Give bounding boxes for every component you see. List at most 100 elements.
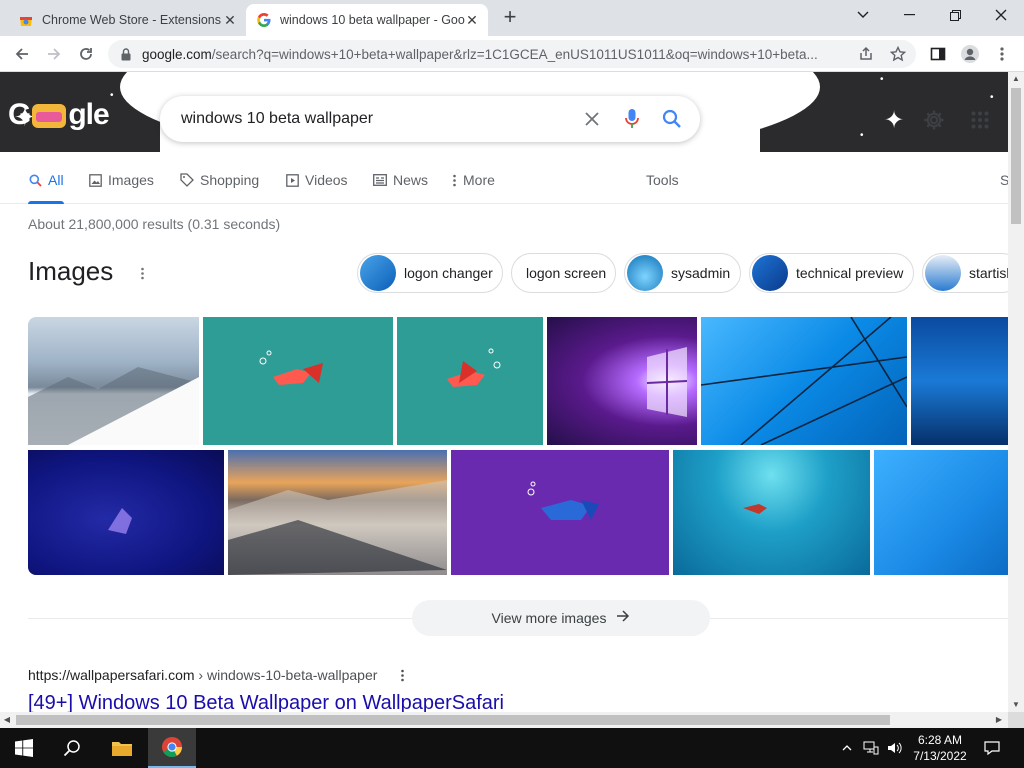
tab-chrome-web-store[interactable]: Chrome Web Store - Extensions ✕ — [8, 4, 246, 36]
file-explorer-button[interactable] — [98, 728, 146, 768]
chip-logon-changer[interactable]: logon changer — [357, 253, 503, 293]
image-result-teal-betta-fish[interactable] — [203, 317, 393, 445]
image-result-teal-betta-fish-2[interactable] — [397, 317, 543, 445]
search-icon — [63, 740, 80, 757]
tab-news[interactable]: News — [373, 164, 428, 204]
tab-videos[interactable]: Videos — [285, 164, 348, 204]
show-hidden-icons-button[interactable] — [838, 728, 856, 768]
tab-label: Videos — [305, 172, 348, 188]
horizontal-scrollbar[interactable]: ◀ ▶ — [0, 712, 1008, 728]
reload-button[interactable] — [72, 40, 100, 68]
result-more-button[interactable] — [396, 667, 408, 683]
lock-icon[interactable] — [118, 46, 134, 62]
scrollbar-corner — [1008, 712, 1024, 728]
windows-taskbar: 6:28 AM 7/13/2022 — [0, 728, 1024, 768]
image-result-snowy-mountains[interactable] — [28, 317, 199, 445]
search-tabs: All Images Shopping Videos News More Too… — [0, 164, 1008, 204]
close-tab-icon[interactable]: ✕ — [222, 12, 238, 28]
images-more-button[interactable] — [136, 263, 148, 283]
tab-label: News — [393, 172, 429, 188]
sparkle-icon: • — [110, 90, 114, 101]
system-clock[interactable]: 6:28 AM 7/13/2022 — [904, 732, 976, 764]
start-button[interactable] — [0, 728, 48, 768]
tab-search-button[interactable] — [840, 0, 886, 30]
scrollbar-thumb[interactable] — [16, 715, 890, 725]
image-result-aqua-fish[interactable] — [673, 450, 870, 575]
chip-startisback[interactable]: startisback — [922, 253, 1008, 293]
chip-label: logon screen — [526, 265, 607, 281]
vertical-scrollbar[interactable]: ▲ ▼ — [1008, 72, 1024, 712]
share-icon[interactable] — [858, 46, 874, 62]
notifications-button[interactable] — [980, 728, 1004, 768]
chrome-icon — [162, 737, 182, 758]
search-input[interactable]: windows 10 beta wallpaper — [181, 110, 572, 128]
tab-all[interactable]: All — [28, 164, 64, 204]
restore-button[interactable] — [932, 0, 978, 30]
tab-images[interactable]: Images — [88, 164, 154, 204]
chrome-menu-button[interactable] — [988, 40, 1016, 68]
taskbar-search-button[interactable] — [48, 728, 96, 768]
doodle-badge-icon — [32, 104, 67, 129]
search-icon[interactable] — [652, 96, 692, 142]
scroll-right-icon[interactable]: ▶ — [992, 712, 1006, 728]
chip-sysadmin[interactable]: sysadmin — [624, 253, 741, 293]
side-panel-button[interactable] — [924, 40, 952, 68]
close-tab-icon[interactable]: ✕ — [464, 12, 480, 28]
scroll-down-icon[interactable]: ▼ — [1008, 698, 1024, 712]
tab-label: Shopping — [200, 172, 260, 188]
back-button[interactable] — [8, 40, 36, 68]
tab-shopping[interactable]: Shopping — [180, 164, 259, 204]
profile-button[interactable] — [956, 40, 984, 68]
tools-label: Tools — [646, 172, 679, 188]
close-icon — [995, 9, 1007, 21]
url-path: /search?q=windows+10+beta+wallpaper&rlz=… — [211, 46, 818, 62]
microphone-icon[interactable] — [612, 96, 652, 142]
result-citation: https://wallpapersafari.com › windows-10… — [28, 667, 377, 683]
clear-search-icon[interactable] — [572, 96, 612, 142]
network-icon[interactable] — [860, 728, 882, 768]
tab-label: Images — [108, 172, 154, 188]
image-result-light-blue[interactable] — [874, 450, 1008, 575]
view-more-images-button[interactable]: View more images — [412, 600, 710, 636]
image-result-windows-purple-logo[interactable] — [547, 317, 697, 445]
image-result-purple-betta-fish[interactable] — [451, 450, 669, 575]
settings-button[interactable] — [920, 106, 948, 134]
result-path: › windows-10-beta-wallpaper — [194, 667, 378, 683]
image-result-dark-blue-fish[interactable] — [28, 450, 224, 575]
result-host: https://wallpapersafari.com — [28, 667, 195, 683]
search-icon — [28, 172, 42, 188]
tab-overflow[interactable]: S — [1000, 164, 1008, 204]
google-apps-button[interactable] — [966, 106, 994, 134]
chip-logon-screen[interactable]: logon screen — [511, 253, 616, 293]
chip-label: technical preview — [796, 265, 904, 281]
forward-button[interactable] — [40, 40, 68, 68]
screen: Chrome Web Store - Extensions ✕ windows … — [0, 0, 1024, 768]
result-title-link[interactable]: [49+] Windows 10 Beta Wallpaper on Wallp… — [28, 692, 504, 712]
more-vert-icon — [400, 669, 404, 681]
address-bar[interactable]: google.com/search?q=windows+10+beta+wall… — [108, 40, 916, 68]
image-result-santorini[interactable] — [228, 450, 447, 575]
tab-google-search[interactable]: windows 10 beta wallpaper - Google Searc… — [246, 4, 488, 36]
image-result-blue-windows[interactable] — [911, 317, 1008, 445]
url-text[interactable]: google.com/search?q=windows+10+beta+wall… — [142, 47, 848, 62]
scroll-left-icon[interactable]: ◀ — [0, 712, 14, 728]
minimize-button[interactable] — [886, 0, 932, 30]
minimize-icon — [903, 14, 915, 16]
close-window-button[interactable] — [978, 0, 1024, 30]
scroll-up-icon[interactable]: ▲ — [1008, 72, 1024, 86]
chrome-taskbar-button[interactable] — [148, 728, 196, 768]
tools-button[interactable]: Tools — [646, 164, 679, 204]
apps-grid-icon — [971, 111, 989, 129]
bookmark-star-icon[interactable] — [890, 46, 906, 62]
chip-technical-preview[interactable]: technical preview — [749, 253, 914, 293]
sparkle-icon: • — [990, 92, 994, 103]
image-result-blue-lines[interactable] — [701, 317, 907, 445]
volume-icon[interactable] — [884, 728, 906, 768]
chip-thumbnail — [752, 255, 788, 291]
new-tab-button[interactable]: + — [498, 6, 522, 30]
scrollbar-thumb[interactable] — [1011, 88, 1021, 224]
tab-more[interactable]: More — [451, 164, 495, 204]
search-box[interactable]: windows 10 beta wallpaper — [160, 96, 700, 142]
google-doodle-logo[interactable]: Ggle — [8, 98, 110, 132]
result-stats: About 21,800,000 results (0.31 seconds) — [28, 216, 281, 232]
